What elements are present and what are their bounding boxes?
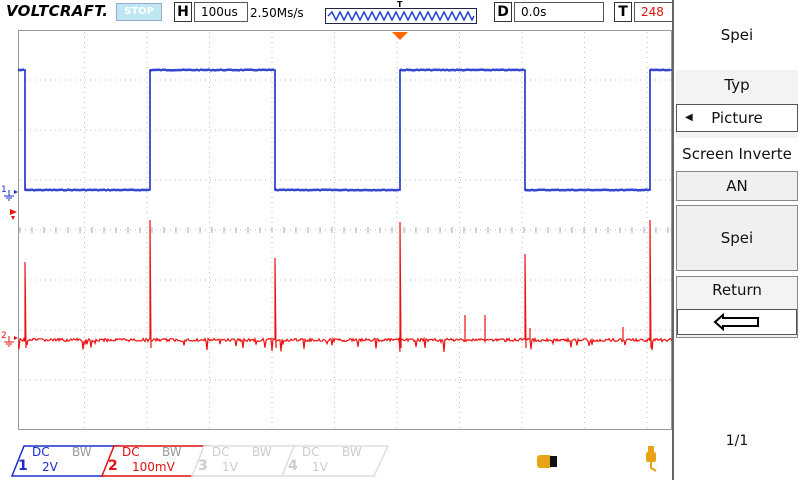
- typ-value: Picture: [711, 109, 763, 127]
- trigger-position-icon[interactable]: [392, 32, 408, 40]
- ground-icon: [4, 336, 18, 347]
- trigger-position-bar[interactable]: T: [325, 0, 477, 24]
- brand-logo: VOLTCRAFT.: [6, 2, 109, 20]
- page-indicator: 1/1: [725, 433, 749, 449]
- side-menu: Spei Typ ◀ Picture Screen Inverte AN Spe…: [672, 0, 800, 480]
- channel-4-coupling: DC: [302, 445, 320, 459]
- channel-3-info[interactable]: 3 DC BW 1V: [190, 444, 300, 477]
- ch2-trace: [17, 219, 673, 352]
- channel-1-number: 1: [18, 458, 28, 474]
- delay-value: 0.0s: [514, 2, 604, 22]
- horizontal-scale[interactable]: H: [174, 2, 192, 22]
- save-button[interactable]: Spei: [676, 205, 798, 271]
- channel-bar: 1 DC BW 2V 2 DC BW 100mV 3 DC BW 1V 4 DC…: [0, 440, 672, 480]
- channel-3-scale: 1V: [222, 460, 238, 474]
- trigger-value: 248: [634, 2, 674, 22]
- trigger[interactable]: T: [614, 2, 632, 22]
- screen-invert-label: Screen Inverte: [682, 145, 792, 163]
- typ-label: Typ: [724, 76, 750, 94]
- channel-4-info[interactable]: 4 DC BW 1V: [280, 444, 390, 477]
- channel-2-number: 2: [108, 458, 118, 474]
- channel-2-coupling: DC: [122, 445, 140, 459]
- trigger-level-arrow-icon: [10, 209, 17, 220]
- channel-2-scale: 100mV: [132, 460, 175, 474]
- return-label: Return: [712, 281, 762, 299]
- channel-2-bw: BW: [162, 445, 182, 459]
- return-arrow-icon: [713, 312, 759, 332]
- typ-selector[interactable]: ◀ Picture: [676, 104, 798, 132]
- return-icon-box: [677, 309, 797, 335]
- channel-1-bw: BW: [72, 445, 92, 459]
- waveform-display[interactable]: [17, 30, 673, 430]
- channel-1-coupling: DC: [32, 445, 50, 459]
- channel-3-coupling: DC: [212, 445, 230, 459]
- ch1-noise: [18, 67, 670, 193]
- horizontal-value: 100us: [194, 2, 248, 22]
- run-stop-indicator[interactable]: STOP: [116, 3, 162, 21]
- arrow-left-icon: ◀: [685, 112, 693, 123]
- channel-4-number: 4: [288, 458, 298, 474]
- ground-icon: [4, 190, 18, 201]
- usb-icon: [646, 446, 657, 472]
- graticule: [18, 30, 672, 430]
- trigger-level-marker[interactable]: [8, 206, 18, 225]
- channel-3-number: 3: [198, 458, 208, 474]
- delay-letter: D: [494, 2, 512, 22]
- horizontal-letter: H: [174, 2, 192, 22]
- ch2-marker[interactable]: 2: [0, 330, 18, 350]
- channel-2-info[interactable]: 2 DC BW 100mV: [100, 444, 210, 477]
- channel-3-bw: BW: [252, 445, 272, 459]
- waveform-preview-icon: [327, 10, 475, 22]
- status-bar: VOLTCRAFT. STOP H 100us 2.50Ms/s T D 0.0…: [0, 0, 674, 26]
- channel-1-info[interactable]: 1 DC BW 2V: [10, 444, 120, 477]
- delay[interactable]: D: [494, 2, 512, 22]
- trigger-letter: T: [614, 2, 632, 22]
- return-button[interactable]: Return: [676, 276, 798, 338]
- menu-title: Spei: [720, 26, 754, 44]
- ch1-marker[interactable]: 1: [0, 184, 18, 204]
- waveform-canvas: [17, 30, 673, 430]
- channel-4-bw: BW: [342, 445, 362, 459]
- storage-icon: [537, 455, 557, 468]
- trigger-bar-marker: T: [397, 0, 403, 9]
- sample-rate: 2.50Ms/s: [250, 6, 304, 20]
- channel-1-scale: 2V: [42, 460, 58, 474]
- typ-menu[interactable]: Typ ◀ Picture: [676, 70, 798, 138]
- screen-invert-button[interactable]: AN: [676, 171, 798, 201]
- channel-4-scale: 1V: [312, 460, 328, 474]
